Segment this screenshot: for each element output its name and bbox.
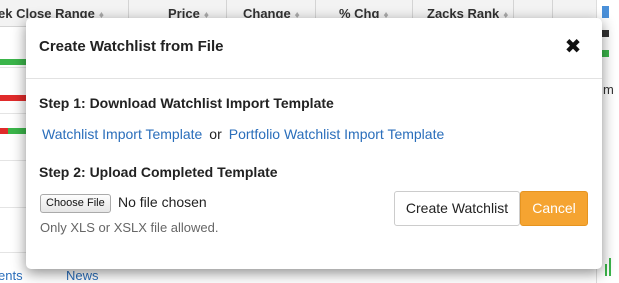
close-icon[interactable]: ✖ xyxy=(564,37,582,57)
watchlist-template-link[interactable]: Watchlist Import Template xyxy=(42,126,202,142)
step2-title: Step 2: Upload Completed Template xyxy=(39,164,278,180)
step1-title: Step 1: Download Watchlist Import Templa… xyxy=(39,95,334,111)
dialog-title: Create Watchlist from File xyxy=(39,38,224,55)
side-text: m xyxy=(603,82,614,97)
file-status-text: No file chosen xyxy=(118,194,207,210)
template-links: Watchlist Import Template or Portfolio Wat… xyxy=(42,126,444,142)
range-bar xyxy=(8,128,26,134)
portfolio-template-link[interactable]: Portfolio Watchlist Import Template xyxy=(229,126,445,142)
range-bar xyxy=(0,128,8,134)
tab-events[interactable]: ents xyxy=(0,268,23,283)
tab-news[interactable]: News xyxy=(66,268,99,283)
range-bar xyxy=(0,95,26,101)
file-type-hint: Only XLS or XSLX file allowed. xyxy=(40,220,219,235)
create-watchlist-button[interactable]: Create Watchlist xyxy=(394,191,520,226)
range-bar xyxy=(0,59,26,65)
choose-file-button[interactable]: Choose File xyxy=(40,194,111,213)
cancel-button[interactable]: Cancel xyxy=(520,191,588,226)
dialog-header: Create Watchlist from File ✖ xyxy=(26,18,602,79)
create-watchlist-dialog: Create Watchlist from File ✖ Step 1: Dow… xyxy=(26,18,602,269)
or-text: or xyxy=(209,126,222,142)
